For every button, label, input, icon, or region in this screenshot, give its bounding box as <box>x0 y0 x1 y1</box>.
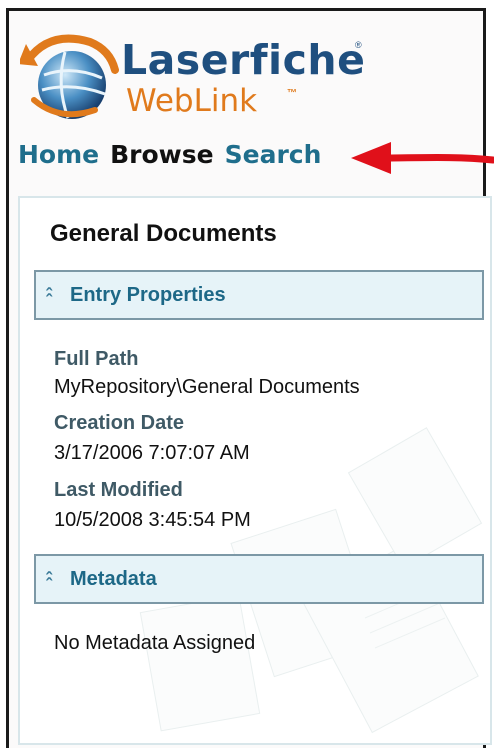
double-chevron-up-icon: ˆ <box>46 575 52 595</box>
nav-search-link[interactable]: Search <box>225 140 322 169</box>
metadata-header[interactable]: ˆ ˆ Metadata <box>34 554 484 604</box>
logo-trademark-mark: ™ <box>287 88 297 99</box>
nav-browse-current[interactable]: Browse <box>110 140 214 169</box>
nav-home-link[interactable]: Home <box>18 140 99 169</box>
entry-properties-header[interactable]: ˆ ˆ Entry Properties <box>34 270 484 320</box>
metadata-label: Metadata <box>70 568 157 590</box>
globe-arrow-logo-icon <box>18 34 119 119</box>
full-path-value: MyRepository\General Documents <box>54 376 360 398</box>
document-properties-panel: General Documents ˆ ˆ Entry Properties F… <box>18 196 492 745</box>
entry-properties-label: Entry Properties <box>70 284 226 306</box>
logo-laserfiche-text: Laserfiche <box>121 36 366 84</box>
no-metadata-text: No Metadata Assigned <box>54 632 256 654</box>
page-title: General Documents <box>50 220 277 247</box>
creation-date-label: Creation Date <box>54 412 185 434</box>
laserfiche-logo[interactable]: Laserfiche ® WebLink ™ <box>18 30 370 125</box>
last-modified-label: Last Modified <box>54 479 183 501</box>
red-arrow-icon <box>351 142 494 174</box>
logo-weblink-text: WebLink <box>126 83 258 119</box>
logo-registered-mark: ® <box>355 40 362 50</box>
last-modified-value: 10/5/2008 3:45:54 PM <box>54 509 251 531</box>
top-nav: Home Browse Search <box>18 140 332 169</box>
creation-date-value: 3/17/2006 7:07:07 AM <box>54 442 250 464</box>
full-path-label: Full Path <box>54 348 139 370</box>
double-chevron-up-icon: ˆ <box>46 291 52 311</box>
